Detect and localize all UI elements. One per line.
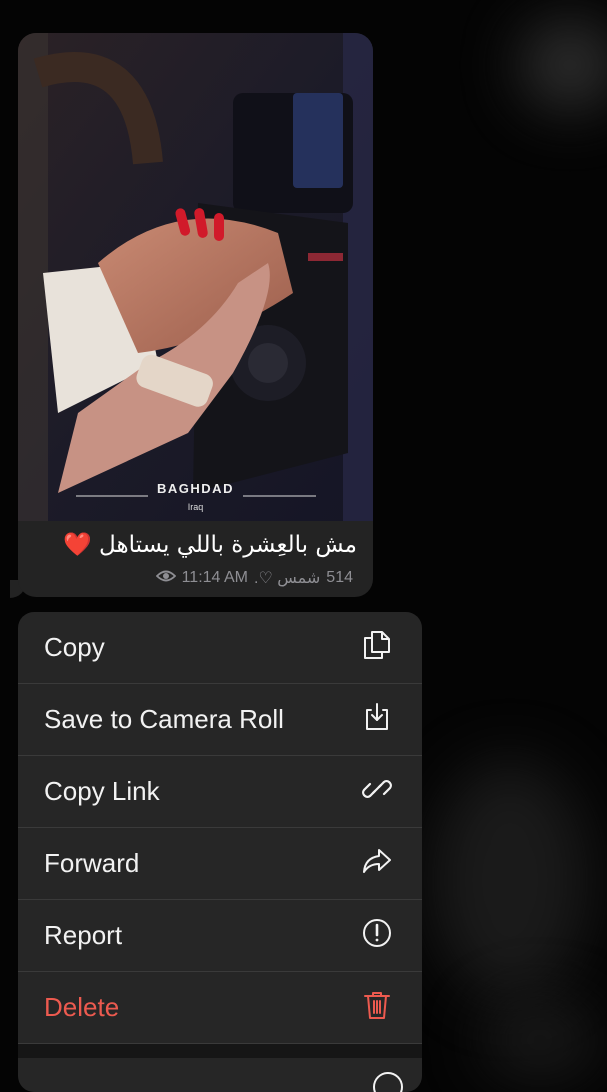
- menu-item-forward[interactable]: Forward: [18, 828, 422, 900]
- report-icon: [360, 916, 394, 955]
- blurred-background-blob: [480, 1000, 600, 1080]
- menu-item-label: Forward: [44, 848, 140, 878]
- copy-icon: [360, 628, 394, 667]
- view-count: 514: [326, 569, 353, 586]
- caption-text: مش بالعِشرة باللي يستاهل: [99, 532, 357, 558]
- menu-item-delete[interactable]: Delete: [18, 972, 422, 1044]
- blurred-background-blob: [520, 20, 607, 110]
- message-author: شمس ♡.: [254, 570, 321, 587]
- menu-item-label: Copy Link: [44, 776, 160, 806]
- message-meta: 11:14 AM شمس ♡. 514: [155, 568, 353, 588]
- menu-item-label: Copy: [44, 632, 105, 662]
- message-bubble[interactable]: BAGHDAD Iraq مش بالعِشرة باللي يستاهل ❤️…: [18, 33, 373, 597]
- menu-item-label: Save to Camera Roll: [44, 704, 284, 734]
- eye-icon: [155, 569, 176, 588]
- trash-icon: [360, 988, 394, 1027]
- link-icon: [360, 772, 394, 811]
- location-sticker-country: Iraq: [187, 502, 204, 512]
- menu-item-report[interactable]: Report: [18, 900, 422, 972]
- location-sticker-city: BAGHDAD: [157, 481, 234, 496]
- photo-image: [18, 33, 373, 521]
- message-caption: مش بالعِشرة باللي يستاهل ❤️: [63, 531, 357, 558]
- menu-item-copy-link[interactable]: Copy Link: [18, 756, 422, 828]
- message-time: 11:14 AM: [181, 569, 248, 586]
- select-icon: [373, 1072, 403, 1092]
- menu-item-copy[interactable]: Copy: [18, 612, 422, 684]
- menu-section-divider: [18, 1044, 422, 1058]
- menu-item-label: Delete: [44, 992, 120, 1022]
- message-photo[interactable]: BAGHDAD Iraq: [18, 33, 373, 521]
- menu-item-label: Report: [44, 920, 123, 950]
- context-menu: Copy Save to Camera Roll Copy Link Forwa…: [18, 612, 422, 1092]
- menu-item-save-to-camera-roll[interactable]: Save to Camera Roll: [18, 684, 422, 756]
- download-icon: [360, 700, 394, 739]
- heart-emoji: ❤️: [63, 532, 92, 558]
- forward-icon: [360, 844, 394, 883]
- blurred-background-blob: [430, 760, 590, 1000]
